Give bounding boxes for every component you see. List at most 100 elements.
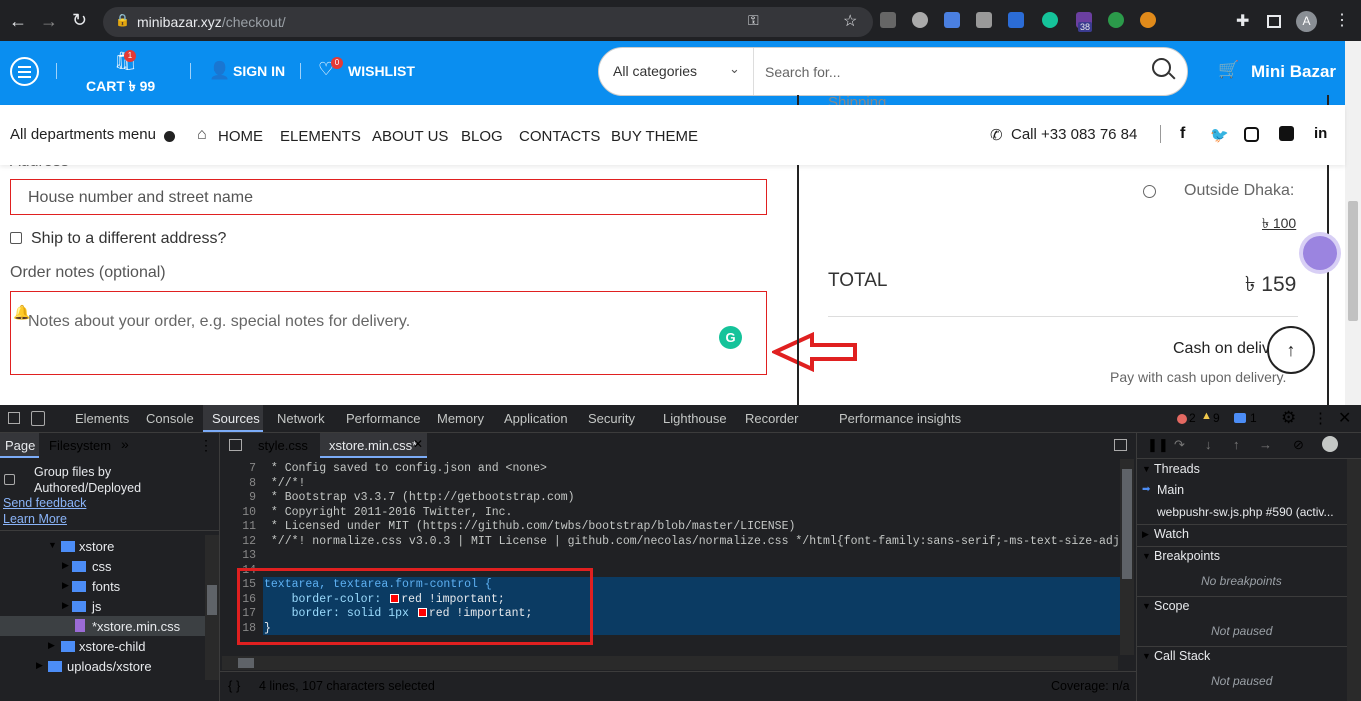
more-icon[interactable]: ⋮ (199, 437, 213, 454)
pause-icon[interactable]: ❚❚ (1147, 437, 1169, 453)
threads-header[interactable]: Threads (1154, 462, 1200, 476)
navigator-scrollbar[interactable] (205, 535, 219, 680)
group-files-label[interactable]: Group files by Authored/Deployed (34, 464, 154, 496)
tab-recorder[interactable]: Recorder (745, 411, 798, 426)
tree-item[interactable]: ▼ xstore (48, 538, 198, 556)
signin-link[interactable]: SIGN IN (233, 63, 285, 79)
reload-icon[interactable]: ↻ (72, 10, 87, 31)
category-select[interactable]: All categories (613, 63, 697, 79)
tab-memory[interactable]: Memory (437, 411, 484, 426)
nav-elements[interactable]: ELEMENTS (280, 128, 361, 145)
extension-icon[interactable] (1008, 12, 1024, 28)
payment-method[interactable]: Cash on delivery (1173, 340, 1270, 358)
chat-icon[interactable] (1303, 236, 1337, 270)
breakpoints-header[interactable]: Breakpoints (1154, 549, 1220, 563)
search-input[interactable]: Search for... (765, 64, 840, 80)
tab-performance-insights[interactable]: Performance insights (839, 411, 961, 426)
pretty-print-icon[interactable]: { } (228, 678, 240, 693)
tab-application[interactable]: Application (504, 411, 568, 426)
star-icon[interactable]: ☆ (843, 11, 857, 31)
cart-link[interactable]: CART ৳ 99 (86, 75, 155, 99)
tab-lighthouse[interactable]: Lighthouse (663, 411, 727, 426)
send-feedback-link[interactable]: Send feedback (3, 496, 86, 510)
step-into-icon[interactable]: ↓ (1205, 437, 1212, 452)
chevron-down-icon[interactable]: ⌄ (729, 61, 740, 77)
extension-icon[interactable] (944, 12, 960, 28)
tree-item-selected[interactable]: *xstore.min.css (0, 616, 205, 636)
grammarly-icon[interactable]: G (719, 326, 742, 349)
warning-count[interactable]: 9 (1213, 411, 1220, 425)
puzzle-icon[interactable]: ✚ (1236, 11, 1249, 31)
nav-about[interactable]: ABOUT US (372, 128, 448, 145)
nav-contacts[interactable]: CONTACTS (519, 128, 600, 145)
scroll-top-button[interactable]: ↑ (1267, 326, 1315, 374)
toggle-navigator-icon[interactable] (229, 439, 242, 451)
message-count[interactable]: 1 (1250, 411, 1257, 425)
wishlist-link[interactable]: WISHLIST (348, 63, 415, 79)
order-notes-textarea[interactable]: 🔔 Notes about your order, e.g. special n… (10, 291, 767, 375)
outside-dhaka-label[interactable]: Outside Dhaka: (1184, 182, 1294, 200)
outside-dhaka-radio[interactable] (1143, 185, 1156, 198)
extension-icon[interactable] (880, 12, 896, 28)
tree-item[interactable]: ▶ xstore-child (48, 638, 198, 656)
tab-security[interactable]: Security (588, 411, 635, 426)
horizontal-scrollbar[interactable] (222, 656, 1118, 670)
inspect-icon[interactable] (8, 412, 20, 424)
forward-icon[interactable]: → (40, 11, 58, 32)
key-icon[interactable]: ⚿ (748, 12, 759, 29)
tree-item[interactable]: ▶ fonts (62, 578, 202, 596)
callstack-header[interactable]: Call Stack (1154, 649, 1210, 663)
tab-sources[interactable]: Sources (212, 411, 260, 426)
tab-filesystem[interactable]: Filesystem (49, 438, 111, 453)
grammarly-icon[interactable] (1042, 12, 1058, 28)
ship-different-checkbox[interactable] (10, 232, 22, 244)
instagram-icon[interactable] (1244, 127, 1259, 142)
pause-exceptions-icon[interactable] (1322, 436, 1338, 452)
twitter-icon[interactable]: 🐦 (1210, 126, 1229, 144)
facebook-icon[interactable]: f (1180, 125, 1185, 143)
group-files-checkbox[interactable] (4, 474, 15, 485)
extension-icon[interactable] (1140, 12, 1156, 28)
learn-more-link[interactable]: Learn More (3, 512, 67, 526)
error-count[interactable]: 2 (1189, 411, 1196, 425)
editor-scrollbar[interactable] (1120, 459, 1134, 655)
watch-header[interactable]: Watch (1154, 527, 1189, 541)
extension-icon[interactable] (1108, 12, 1124, 28)
extension-icon[interactable] (912, 12, 928, 28)
tab-page[interactable]: Page (5, 438, 35, 453)
phone-number[interactable]: Call +33 083 76 84 (1011, 126, 1137, 143)
deactivate-breakpoints-icon[interactable]: ⊘ (1293, 437, 1304, 453)
close-icon[interactable]: ✕ (1338, 408, 1351, 428)
linkedin-icon[interactable]: in (1314, 125, 1327, 142)
tree-item[interactable]: ▶ css (62, 558, 202, 576)
file-tab-style[interactable]: style.css (258, 438, 308, 453)
tab-elements[interactable]: Elements (75, 411, 129, 426)
device-toolbar-icon[interactable] (31, 411, 45, 426)
scope-header[interactable]: Scope (1154, 599, 1189, 613)
more-icon[interactable]: ⋮ (1313, 409, 1328, 427)
toggle-debugger-icon[interactable] (1114, 439, 1127, 451)
gear-icon[interactable]: ⚙ (1281, 408, 1296, 428)
chevron-right-icon[interactable]: » (121, 436, 129, 452)
page-scrollbar[interactable] (1345, 41, 1361, 405)
tree-item[interactable]: ▶ uploads/xstore (36, 658, 201, 676)
step-icon[interactable]: → (1259, 437, 1272, 452)
tree-item[interactable]: ▶ js (62, 598, 202, 616)
sidepanel-icon[interactable] (1267, 15, 1281, 28)
departments-menu[interactable]: All departments menu (10, 126, 156, 143)
back-icon[interactable]: ← (9, 11, 27, 32)
close-tab-icon[interactable]: ✕ (413, 437, 423, 451)
step-out-icon[interactable]: ↑ (1233, 437, 1240, 452)
avatar[interactable]: A (1296, 11, 1317, 32)
tab-console[interactable]: Console (146, 411, 194, 426)
file-tab-xstore[interactable]: xstore.min.css* (329, 438, 417, 453)
tab-performance[interactable]: Performance (346, 411, 420, 426)
ship-different-label[interactable]: Ship to a different address? (31, 230, 226, 248)
tab-network[interactable]: Network (277, 411, 325, 426)
youtube-icon[interactable] (1279, 126, 1294, 141)
nav-buy-theme[interactable]: BUY THEME (611, 128, 698, 145)
menu-icon[interactable]: ⋮ (1334, 10, 1350, 30)
nav-home[interactable]: HOME (218, 128, 263, 145)
address-input[interactable]: House number and street name (10, 179, 767, 215)
sidebar-scrollbar[interactable] (1347, 459, 1361, 701)
